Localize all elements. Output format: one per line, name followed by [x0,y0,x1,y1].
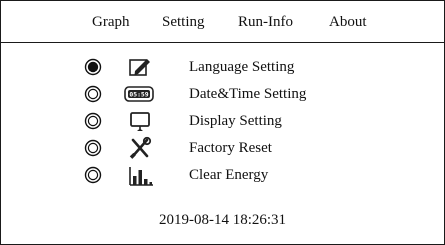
clear-energy-label[interactable]: Clear Energy [189,166,268,184]
clock-display-text: 05:59 [129,91,148,99]
menu-item-setting[interactable]: Setting [162,13,205,31]
settings-screen: Graph Setting Run-Info About Language Se… [0,0,445,245]
monitor-icon [130,112,150,131]
current-datetime: 2019-08-14 18:26:31 [158,212,287,228]
datetime-radio[interactable] [84,85,102,103]
setting-row-factory-reset[interactable]: Factory Reset [1,136,444,162]
clear-energy-radio[interactable] [84,166,102,184]
clock-display-icon: 05:59 [124,86,154,102]
datetime-setting-label[interactable]: Date&Time Setting [189,85,306,103]
menu-item-about[interactable]: About [329,13,367,31]
setting-row-language[interactable]: Language Setting [1,55,444,81]
display-radio[interactable] [84,112,102,130]
language-radio-selected[interactable] [84,58,102,76]
menu-item-graph[interactable]: Graph [92,13,130,31]
factory-reset-label[interactable]: Factory Reset [189,139,272,157]
display-setting-label[interactable]: Display Setting [189,112,282,130]
menu-item-run-info[interactable]: Run-Info [238,13,293,31]
language-setting-label[interactable]: Language Setting [189,58,294,76]
setting-row-clear-energy[interactable]: Clear Energy [1,163,444,189]
tools-icon [129,136,152,159]
setting-row-datetime[interactable]: 05:59 Date&Time Setting [1,82,444,108]
edit-icon [129,58,151,76]
bar-chart-icon [129,167,153,186]
factory-reset-radio[interactable] [84,139,102,157]
top-menu-bar: Graph Setting Run-Info About [1,1,444,43]
setting-row-display[interactable]: Display Setting [1,109,444,135]
